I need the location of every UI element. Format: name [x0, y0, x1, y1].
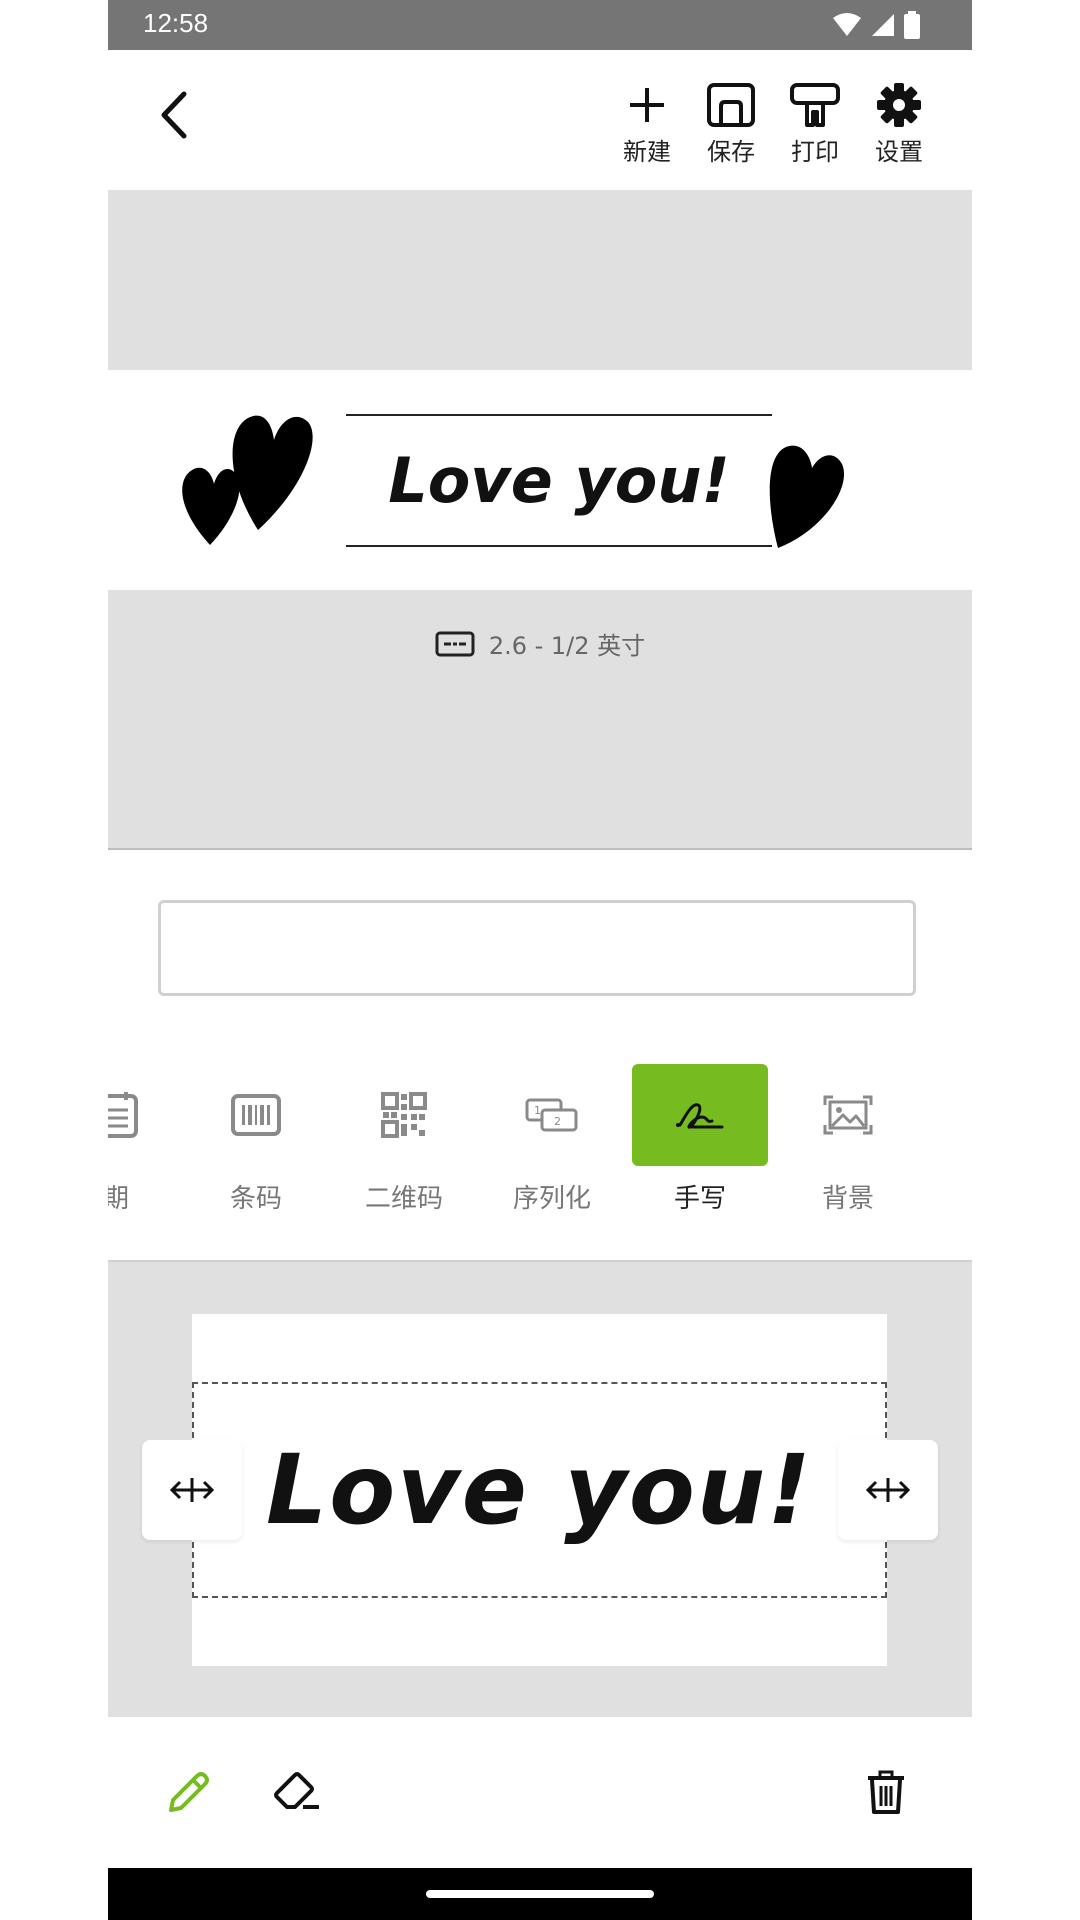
resize-horizontal-icon: [169, 1478, 215, 1502]
tool-label-background: 背景: [821, 1184, 874, 1214]
label-editor-screen: 12:58 新建 保存 打印 设置 Love you! 2.6 - 1/2 英寸…: [108, 0, 972, 1920]
tool-label-handwriting: 手写: [673, 1184, 726, 1214]
canvas-margin-top: [108, 190, 972, 370]
settings-button[interactable]: 设置: [866, 80, 932, 167]
pen-button[interactable]: [160, 1765, 216, 1821]
cell-signal-icon: [872, 14, 894, 36]
tool-background[interactable]: 背景: [780, 1064, 916, 1224]
app-bar: 新建 保存 打印 设置: [108, 50, 972, 190]
tool-qr-code[interactable]: 二维码: [336, 1064, 472, 1224]
trash-icon: [868, 1770, 904, 1814]
eraser-button[interactable]: [270, 1765, 326, 1821]
tool-label-qr-code: 二维码: [364, 1184, 443, 1214]
calendar-icon: [108, 1092, 138, 1138]
resize-handle-right[interactable]: [838, 1440, 938, 1540]
gear-icon: [877, 83, 921, 127]
tool-handwriting[interactable]: 手写: [632, 1064, 768, 1224]
label-size-info: 2.6 - 1/2 英寸: [108, 626, 972, 661]
print-icon: [790, 83, 840, 127]
handwriting-area: Love you!: [108, 1262, 972, 1717]
tool-label-serialize: 序列化: [512, 1184, 591, 1214]
new-button[interactable]: 新建: [614, 80, 680, 167]
status-icons: [832, 10, 920, 40]
tool-label-barcode: 条码: [229, 1184, 282, 1214]
svg-text:2: 2: [554, 1115, 561, 1128]
tool-barcode[interactable]: 条码: [188, 1064, 324, 1224]
save-button[interactable]: 保存: [698, 80, 764, 167]
text-input[interactable]: [158, 900, 916, 996]
status-time: 12:58: [143, 8, 209, 38]
settings-label: 设置: [875, 138, 923, 166]
tools-strip[interactable]: 期 条码 二维码 1 2 序列化 手写 背景: [108, 1060, 972, 1260]
eraser-icon: [274, 1772, 319, 1809]
status-bar: 12:58: [108, 0, 972, 50]
canvas-margin-bottom: 2.6 - 1/2 英寸: [108, 590, 972, 850]
label-preview[interactable]: Love you!: [108, 370, 972, 590]
label-preview-text: Love you!: [388, 444, 730, 517]
serialize-icon: 1 2: [525, 1098, 578, 1132]
handwriting-text: Love you!: [266, 1434, 813, 1546]
pencil-icon: [169, 1772, 209, 1812]
delete-button[interactable]: [858, 1765, 914, 1821]
tool-serialize[interactable]: 1 2 序列化: [484, 1064, 620, 1224]
plus-icon: [630, 88, 664, 122]
tape-cassette-icon: [435, 631, 475, 656]
back-arrow-icon: [161, 91, 187, 139]
svg-text:1: 1: [534, 1104, 541, 1117]
drawing-toolbar: [108, 1717, 972, 1867]
tool-date[interactable]: 期: [108, 1064, 184, 1224]
print-label: 打印: [791, 138, 839, 166]
tool-handwriting-active-bg: [632, 1064, 768, 1166]
new-label: 新建: [623, 138, 671, 166]
qr-code-icon: [381, 1092, 427, 1138]
save-icon: [707, 83, 755, 127]
barcode-icon: [231, 1094, 281, 1136]
resize-horizontal-icon: [865, 1478, 911, 1502]
toolbar-actions: 新建 保存 打印 设置: [614, 80, 932, 167]
label-size-text: 2.6 - 1/2 英寸: [488, 632, 646, 660]
resize-handle-left[interactable]: [142, 1440, 242, 1540]
navigation-bar: [108, 1868, 972, 1920]
handwriting-icon: [676, 1103, 724, 1129]
home-gesture-handle[interactable]: [426, 1890, 654, 1898]
print-button[interactable]: 打印: [782, 80, 848, 167]
save-label: 保存: [707, 138, 755, 166]
image-icon: [823, 1095, 873, 1135]
back-button[interactable]: [148, 90, 198, 140]
wifi-icon: [833, 13, 861, 36]
battery-icon: [904, 11, 920, 39]
tool-label-date: 期: [108, 1184, 129, 1214]
